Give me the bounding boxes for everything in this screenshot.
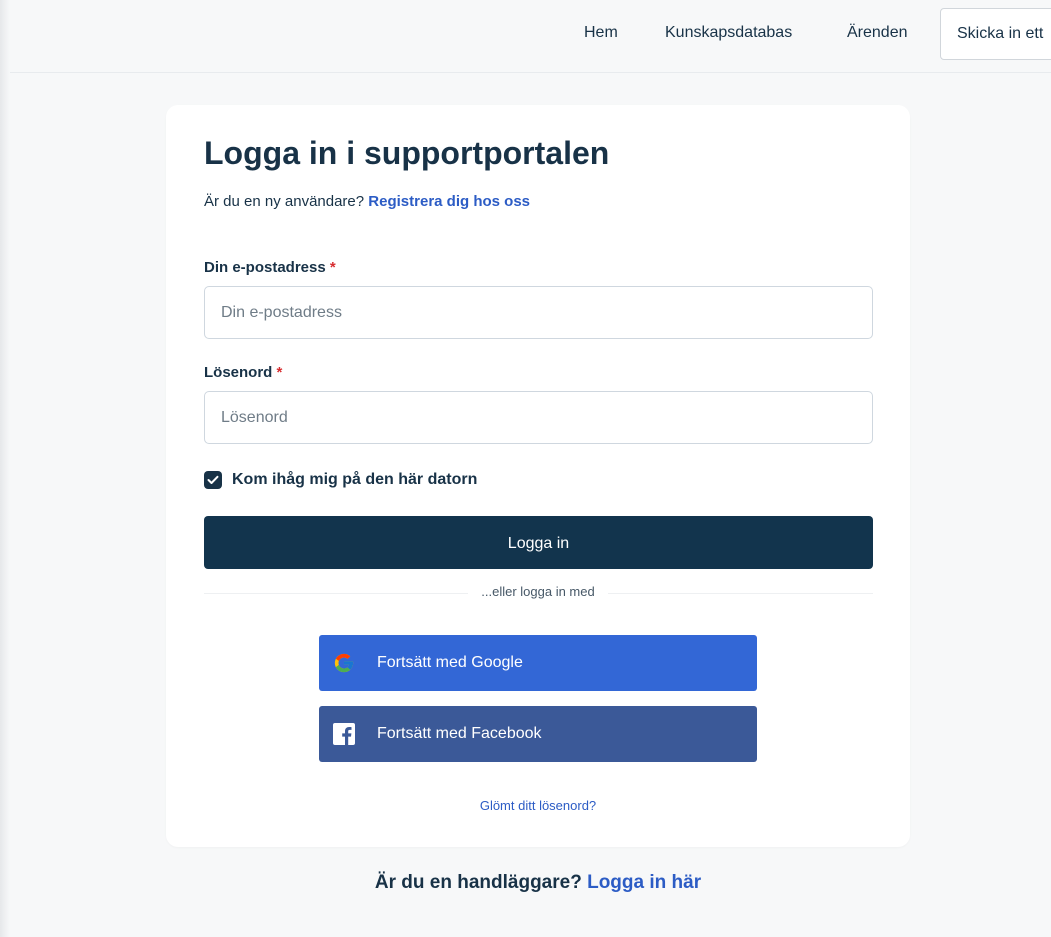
check-icon[interactable] [204,471,222,489]
new-user-line: Är du en ny användare? Registrera dig ho… [204,193,530,210]
facebook-login-button[interactable]: Fortsätt med Facebook [319,706,757,762]
agent-login-link[interactable]: Logga in här [587,872,701,893]
nav-submit-ticket-button[interactable]: Skicka in ett [940,8,1051,60]
google-button-label: Fortsätt med Google [377,654,523,671]
facebook-icon [333,723,355,745]
page-title: Logga in i supportportalen [204,135,610,171]
remember-me-label: Kom ihåg mig på den här datorn [232,471,478,488]
login-button[interactable]: Logga in [204,516,873,569]
divider-text: ...eller logga in med [468,584,608,599]
login-card: Logga in i supportportalen Är du en ny a… [166,105,910,847]
nav-home-link[interactable]: Hem [584,24,618,42]
password-label: Lösenord * [204,364,282,381]
email-required-marker: * [329,259,336,276]
google-icon [333,652,355,674]
password-label-text: Lösenord [204,364,273,381]
new-user-prompt: Är du en ny användare? [204,193,365,210]
remember-me-checkbox[interactable]: Kom ihåg mig på den här datorn [204,470,477,490]
page-left-edge [0,0,10,937]
nav-tickets-link[interactable]: Ärenden [847,24,908,42]
nav-knowledge-base-link[interactable]: Kunskapsdatabas [665,24,792,42]
password-required-marker: * [276,364,283,381]
agent-login-line: Är du en handläggare? Logga in här [166,872,910,894]
agent-prompt: Är du en handläggare? [374,872,582,893]
register-link[interactable]: Registrera dig hos oss [368,193,530,210]
email-label-text: Din e-postadress [204,259,326,276]
email-field[interactable] [204,286,873,339]
top-navigation: Hem Kunskapsdatabas Ärenden Skicka in et… [10,0,1051,73]
google-login-button[interactable]: Fortsätt med Google [319,635,757,691]
password-field[interactable] [204,391,873,444]
email-label: Din e-postadress * [204,259,336,276]
facebook-button-label: Fortsätt med Facebook [377,725,542,742]
forgot-password-link[interactable]: Glömt ditt lösenord? [166,798,910,813]
